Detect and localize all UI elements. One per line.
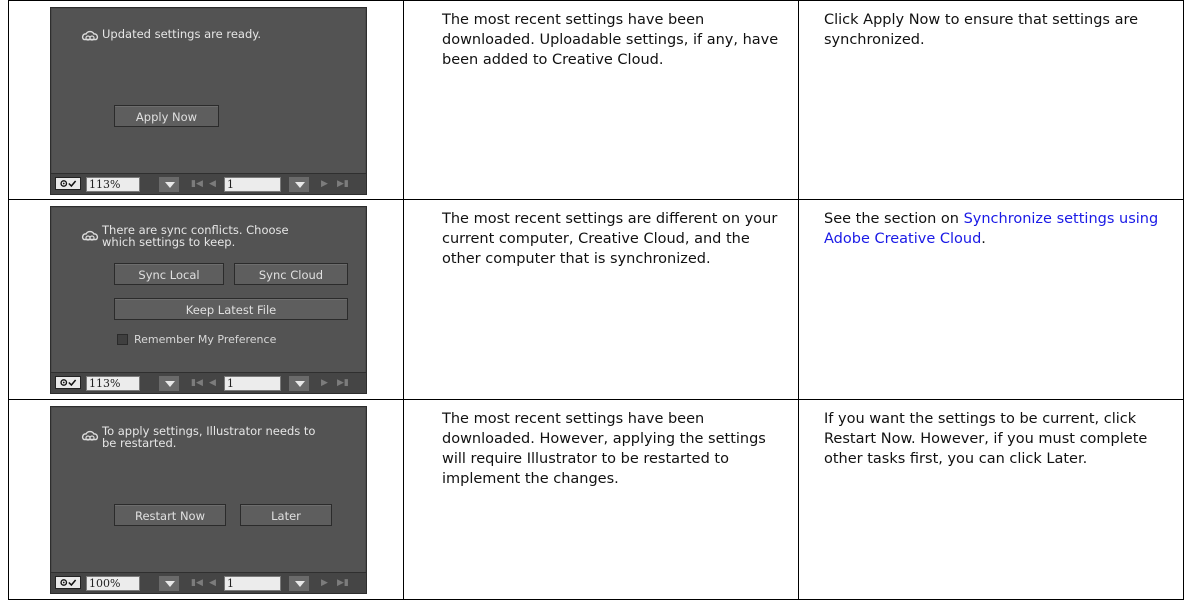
chevron-down-icon[interactable] xyxy=(289,177,309,192)
description-cell: The most recent settings are different o… xyxy=(403,199,799,400)
status-bar: 113% ▮◀ ◀ 1 ▶ ▶▮ xyxy=(51,372,366,393)
page-number-field[interactable]: 1 xyxy=(224,177,281,192)
later-button[interactable]: Later xyxy=(240,504,332,526)
chevron-down-icon[interactable] xyxy=(159,376,179,391)
sync-cloud-button[interactable]: Sync Cloud xyxy=(234,263,348,285)
keep-latest-file-button[interactable]: Keep Latest File xyxy=(114,298,348,320)
last-page-icon[interactable]: ▶▮ xyxy=(337,578,349,588)
checkbox-label: Remember My Preference xyxy=(134,333,277,346)
zoom-field[interactable]: 100% xyxy=(86,576,140,591)
action-text: Click Apply Now to ensure that settings … xyxy=(824,12,1139,48)
sync-notification-panel: Updated settings are ready. Apply Now 11… xyxy=(50,7,367,195)
description-text: The most recent settings have been downl… xyxy=(442,12,779,68)
action-prefix: See the section on xyxy=(824,211,964,227)
sync-conflict-panel: There are sync conflicts. Choose which s… xyxy=(50,206,367,394)
description-cell: The most recent settings have been downl… xyxy=(403,399,799,600)
gear-check-icon[interactable] xyxy=(55,576,81,589)
gear-check-icon[interactable] xyxy=(55,177,81,190)
panel-body: Updated settings are ready. Apply Now xyxy=(52,9,365,174)
settings-status-table: Updated settings are ready. Apply Now 11… xyxy=(8,0,1184,600)
page-number-field[interactable]: 1 xyxy=(224,376,281,391)
table-row: Updated settings are ready. Apply Now 11… xyxy=(8,0,1184,200)
previous-page-icon[interactable]: ◀ xyxy=(209,578,216,588)
action-text: See the section on Synchronize settings … xyxy=(799,200,1183,249)
next-page-icon[interactable]: ▶ xyxy=(321,378,328,388)
action-cell: See the section on Synchronize settings … xyxy=(798,199,1184,400)
chevron-down-icon[interactable] xyxy=(159,576,179,591)
description-text: The most recent settings are different o… xyxy=(442,211,778,267)
gear-check-icon[interactable] xyxy=(55,376,81,389)
first-page-icon[interactable]: ▮◀ xyxy=(191,578,203,588)
next-page-icon[interactable]: ▶ xyxy=(321,179,328,189)
chevron-down-icon[interactable] xyxy=(159,177,179,192)
description-cell: The most recent settings have been downl… xyxy=(403,0,799,200)
action-cell: Click Apply Now to ensure that settings … xyxy=(798,0,1184,200)
previous-page-icon[interactable]: ◀ xyxy=(209,378,216,388)
status-bar: 100% ▮◀ ◀ 1 ▶ ▶▮ xyxy=(51,572,366,593)
action-cell: If you want the settings to be current, … xyxy=(798,399,1184,600)
previous-page-icon[interactable]: ◀ xyxy=(209,179,216,189)
chevron-down-icon[interactable] xyxy=(289,576,309,591)
remember-preference-checkbox[interactable] xyxy=(117,334,128,345)
action-text: If you want the settings to be current, … xyxy=(824,411,1148,467)
panel-message: Updated settings are ready. xyxy=(102,27,262,41)
status-bar: 113% ▮◀ ◀ 1 ▶ ▶▮ xyxy=(51,173,366,194)
sync-local-button[interactable]: Sync Local xyxy=(114,263,224,285)
first-page-icon[interactable]: ▮◀ xyxy=(191,378,203,388)
creative-cloud-icon xyxy=(81,30,99,41)
action-suffix: . xyxy=(981,231,986,247)
panel-body: There are sync conflicts. Choose which s… xyxy=(52,208,365,373)
description-text: The most recent settings have been downl… xyxy=(442,411,766,487)
panel-message-line-2: which settings to keep. xyxy=(102,235,236,249)
creative-cloud-icon xyxy=(81,430,99,441)
chevron-down-icon[interactable] xyxy=(289,376,309,391)
restart-panel: To apply settings, Illustrator needs to … xyxy=(50,406,367,594)
creative-cloud-icon xyxy=(81,230,99,241)
next-page-icon[interactable]: ▶ xyxy=(321,578,328,588)
panel-cell: There are sync conflicts. Choose which s… xyxy=(8,199,404,400)
panel-body: To apply settings, Illustrator needs to … xyxy=(52,408,365,573)
apply-now-button[interactable]: Apply Now xyxy=(114,105,219,127)
panel-cell: To apply settings, Illustrator needs to … xyxy=(8,399,404,600)
panel-cell: Updated settings are ready. Apply Now 11… xyxy=(8,0,404,200)
table-row: To apply settings, Illustrator needs to … xyxy=(8,399,1184,600)
panel-message-line-2: be restarted. xyxy=(102,436,177,450)
restart-now-button[interactable]: Restart Now xyxy=(114,504,226,526)
page-number-field[interactable]: 1 xyxy=(224,576,281,591)
first-page-icon[interactable]: ▮◀ xyxy=(191,179,203,189)
last-page-icon[interactable]: ▶▮ xyxy=(337,179,349,189)
last-page-icon[interactable]: ▶▮ xyxy=(337,378,349,388)
zoom-field[interactable]: 113% xyxy=(86,177,140,192)
table-row: There are sync conflicts. Choose which s… xyxy=(8,199,1184,400)
zoom-field[interactable]: 113% xyxy=(86,376,140,391)
